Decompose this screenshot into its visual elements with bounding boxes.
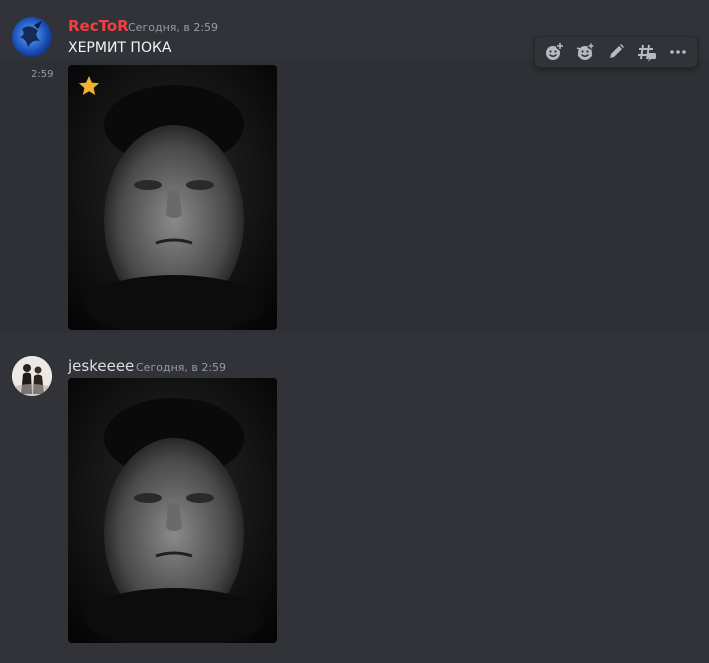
username[interactable]: jeskeeee [68,357,134,375]
create-thread-icon[interactable] [633,38,661,66]
message-timestamp[interactable]: Сегодня, в 2:59 [136,361,226,374]
star-icon[interactable] [77,74,101,102]
edit-icon[interactable] [602,38,630,66]
avatar-jeskeeee[interactable] [12,356,52,396]
message-actions-toolbar [534,36,698,68]
hover-timestamp[interactable]: 2:59 [31,69,53,80]
username[interactable]: RecToR [68,17,129,35]
more-icon[interactable] [664,38,692,66]
image-attachment[interactable] [68,65,277,330]
add-reaction-icon[interactable] [540,38,568,66]
message-timestamp[interactable]: Сегодня, в 2:59 [128,21,218,34]
super-reaction-icon[interactable] [571,38,599,66]
message-content: ХЕРМИТ ПОКА [68,40,172,56]
avatar-rector[interactable] [12,17,52,57]
image-attachment[interactable] [68,378,277,643]
